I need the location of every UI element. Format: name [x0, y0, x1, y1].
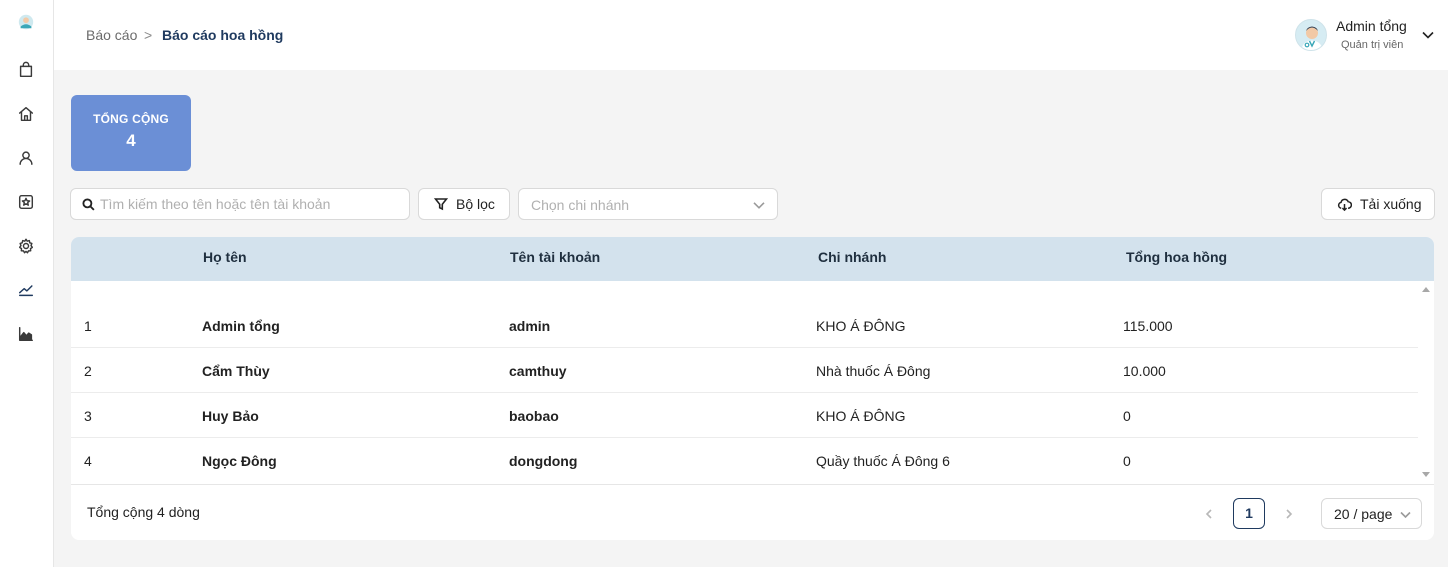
row-index: 4: [84, 453, 92, 469]
table-row[interactable]: 3 Huy Bảo baobao KHO Á ĐÔNG 0: [71, 393, 1418, 438]
filter-icon: [434, 198, 448, 211]
row-branch: Nhà thuốc Á Đông: [816, 363, 931, 379]
avatar[interactable]: [1295, 19, 1327, 51]
row-username: camthuy: [509, 363, 567, 379]
chevron-down-icon: [1400, 511, 1411, 519]
breadcrumb-separator: >: [144, 27, 153, 43]
row-branch: Quầy thuốc Á Đông 6: [816, 453, 950, 469]
breadcrumb-current: Báo cáo hoa hồng: [162, 27, 284, 43]
search-box: [70, 188, 410, 220]
scroll-down-arrow-icon[interactable]: [1422, 472, 1430, 477]
row-name: Admin tổng: [202, 318, 280, 334]
home-icon[interactable]: [16, 104, 36, 124]
scroll-up-arrow-icon[interactable]: [1422, 287, 1430, 292]
row-branch: KHO Á ĐÔNG: [816, 408, 906, 424]
column-header-commission[interactable]: Tổng hoa hồng: [1126, 249, 1227, 265]
cloud-download-icon: [1337, 198, 1352, 211]
user-name[interactable]: Admin tổng: [1336, 18, 1407, 34]
total-value: 4: [126, 131, 136, 150]
sidebar: [0, 0, 54, 567]
row-branch: KHO Á ĐÔNG: [816, 318, 906, 334]
download-button[interactable]: Tải xuống: [1321, 188, 1435, 220]
prev-page-button[interactable]: [1203, 507, 1215, 519]
table-row[interactable]: 1 Admin tổng admin KHO Á ĐÔNG 115.000: [71, 303, 1418, 348]
branch-select[interactable]: Chọn chi nhánh: [518, 188, 778, 220]
trend-line-icon[interactable]: [16, 280, 36, 300]
table-row[interactable]: 4 Ngọc Đông dongdong Quầy thuốc Á Đông 6…: [71, 438, 1418, 483]
filter-button-label: Bộ lọc: [456, 196, 495, 212]
next-page-button[interactable]: [1283, 507, 1295, 519]
column-header-username[interactable]: Tên tài khoản: [510, 249, 600, 265]
commission-table: Họ tên Tên tài khoản Chi nhánh Tổng hoa …: [71, 237, 1434, 540]
logo-icon[interactable]: [16, 12, 36, 32]
star-badge-icon[interactable]: [16, 192, 36, 212]
search-icon: [82, 198, 95, 211]
chevron-down-icon: [753, 202, 765, 209]
filter-button[interactable]: Bộ lọc: [418, 188, 510, 220]
row-index: 3: [84, 408, 92, 424]
row-username: dongdong: [509, 453, 578, 469]
total-rows-text: Tổng cộng 4 dòng: [87, 504, 200, 520]
row-commission: 115.000: [1123, 318, 1173, 334]
table-footer: Tổng cộng 4 dòng 1 20 / page: [71, 484, 1434, 540]
row-index: 2: [84, 363, 92, 379]
branch-select-placeholder: Chọn chi nhánh: [531, 197, 630, 213]
download-button-label: Tải xuống: [1360, 196, 1422, 212]
column-header-branch[interactable]: Chi nhánh: [818, 249, 886, 265]
shopping-bag-icon[interactable]: [16, 60, 36, 80]
chevron-down-icon[interactable]: [1420, 27, 1436, 43]
gear-icon[interactable]: [16, 236, 36, 256]
row-name: Cẩm Thùy: [202, 363, 270, 379]
table-header: Họ tên Tên tài khoản Chi nhánh Tổng hoa …: [71, 237, 1434, 281]
row-commission: 0: [1123, 408, 1131, 424]
row-username: admin: [509, 318, 551, 334]
user-role: Quản trị viên: [1341, 39, 1404, 51]
chevron-left-icon: [1205, 509, 1212, 519]
chevron-right-icon: [1286, 509, 1293, 519]
page-size-value: 20 / page: [1334, 506, 1393, 522]
breadcrumb-parent[interactable]: Báo cáo: [86, 27, 137, 43]
row-commission: 10.000: [1123, 363, 1166, 379]
user-icon[interactable]: [16, 148, 36, 168]
total-label: TỔNG CỘNG: [93, 112, 169, 126]
total-summary-card: TỔNG CỘNG 4: [71, 95, 191, 171]
table-scrollbar[interactable]: [1418, 281, 1434, 484]
column-header-name[interactable]: Họ tên: [203, 249, 247, 265]
area-chart-icon[interactable]: [16, 324, 36, 344]
page-number-current[interactable]: 1: [1233, 498, 1265, 529]
row-name: Huy Bảo: [202, 408, 259, 424]
row-username: baobao: [509, 408, 559, 424]
row-index: 1: [84, 318, 92, 334]
row-commission: 0: [1123, 453, 1131, 469]
search-input[interactable]: [100, 189, 400, 219]
row-name: Ngọc Đông: [202, 453, 277, 469]
page-size-select[interactable]: 20 / page: [1321, 498, 1422, 529]
topbar: Báo cáo > Báo cáo hoa hồng Admin tổng Qu…: [54, 0, 1448, 70]
table-row[interactable]: 2 Cẩm Thùy camthuy Nhà thuốc Á Đông 10.0…: [71, 348, 1418, 393]
table-body: 1 Admin tổng admin KHO Á ĐÔNG 115.000 2 …: [71, 281, 1418, 484]
